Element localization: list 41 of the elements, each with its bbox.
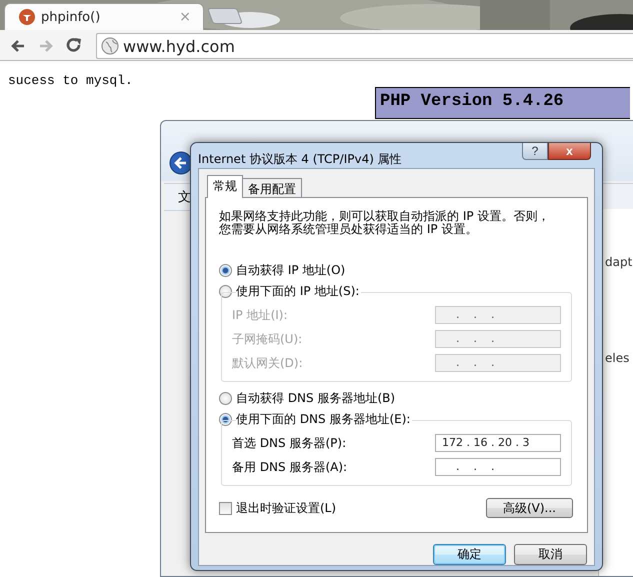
radio-button[interactable] xyxy=(219,392,232,405)
field-label: IP 地址(I): xyxy=(232,306,289,324)
description-text: 您需要从网络系统管理员处获得适当的 IP 设置。 xyxy=(219,223,478,236)
cancel-button[interactable]: 取消 xyxy=(514,544,587,565)
radio-label[interactable]: 使用下面的 IP 地址(S): xyxy=(236,283,362,300)
close-button[interactable]: x xyxy=(548,143,591,160)
dialog-tab[interactable]: 常规 xyxy=(207,175,243,198)
panel-text: dapt xyxy=(605,255,632,269)
page-text: sucess to mysql. xyxy=(8,73,134,88)
radio-label[interactable]: 自动获得 DNS 服务器地址(B) xyxy=(236,390,398,407)
checkbox[interactable] xyxy=(219,502,232,514)
tab-title: phpinfo() xyxy=(41,10,102,24)
dialog-tab[interactable]: 备用配置 xyxy=(242,178,302,197)
radio-button[interactable] xyxy=(219,285,232,298)
radio-label[interactable]: 自动获得 IP 地址(O) xyxy=(236,262,348,279)
php-version-header: PHP Version 5.4.26 xyxy=(375,87,630,119)
ok-button[interactable]: 确定 xyxy=(433,544,506,565)
address-bar[interactable]: www.hyd.com xyxy=(96,33,633,59)
dialog-title: Internet 协议版本 4 (TCP/IPv4) 属性 xyxy=(198,151,403,168)
radio-button[interactable] xyxy=(219,264,232,277)
description-text: 如果网络支持此功能，则可以获取自动指派的 IP 设置。否则， xyxy=(219,210,550,223)
field-label: 首选 DNS 服务器(P): xyxy=(232,434,348,452)
field-label: 备用 DNS 服务器(A): xyxy=(232,458,348,476)
checkbox-label[interactable]: 退出时验证设置(L) xyxy=(236,500,336,516)
ip-address-field[interactable]: . . . xyxy=(435,458,561,476)
radio-button[interactable] xyxy=(219,413,232,426)
ip-address-field[interactable]: 172 . 16 . 20 . 3 xyxy=(435,434,561,452)
ip-address-field: . . . xyxy=(435,306,561,324)
advanced-button[interactable]: 高级(V)... xyxy=(486,498,573,518)
globe-icon xyxy=(101,37,119,55)
ip-address-field: . . . xyxy=(435,330,561,348)
radio-label[interactable]: 使用下面的 DNS 服务器地址(E): xyxy=(236,411,412,428)
url-text: www.hyd.com xyxy=(123,36,235,56)
ip-address-field: . . . xyxy=(435,354,561,372)
field-label: 子网掩码(U): xyxy=(232,330,304,348)
site-icon xyxy=(19,9,35,25)
field-label: 默认网关(D): xyxy=(232,354,304,372)
help-button[interactable]: ? xyxy=(522,143,548,160)
menu-item[interactable]: 文 xyxy=(178,188,191,206)
browser-tab[interactable]: phpinfo() × xyxy=(4,3,204,30)
panel-text: eles xyxy=(605,351,630,365)
